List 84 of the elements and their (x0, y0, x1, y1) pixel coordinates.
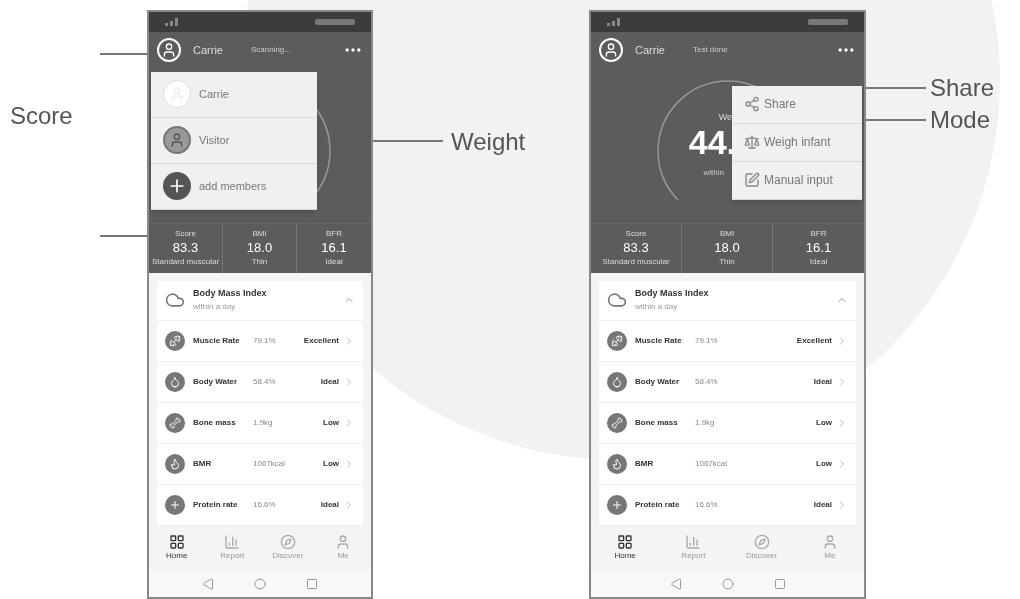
metric-row[interactable]: Muscle Rate 79.1% Excellent (157, 320, 363, 362)
metric-icon (165, 494, 185, 515)
back-icon[interactable] (202, 578, 214, 591)
card-subtitle: within a day (635, 300, 679, 313)
metric-icon (607, 453, 627, 474)
stat-label: BMI (252, 228, 267, 241)
nav-icon (617, 534, 634, 551)
metric-icon (607, 412, 627, 433)
card-subtitle: within a day (193, 300, 237, 313)
nav-icon (279, 534, 296, 551)
metric-icon (165, 412, 185, 433)
metric-icon (607, 494, 627, 515)
recents-icon[interactable] (306, 578, 318, 591)
callout-label: Weight (451, 127, 526, 157)
metric-row[interactable]: Muscle Rate 79.1% Excellent (599, 320, 856, 362)
metric-icon (165, 371, 185, 392)
scale-icon (744, 134, 760, 151)
stat-value: 83.3 (172, 240, 199, 257)
metric-row[interactable]: Bone mass 1.9kg Low (157, 402, 363, 444)
callout-label: Mode (930, 105, 991, 135)
back-icon[interactable] (669, 578, 682, 591)
stat-value: 16.1 (805, 240, 832, 257)
gauge-title: Wei (718, 111, 734, 125)
stat-label: BMI (719, 228, 735, 241)
plus-icon (163, 172, 191, 201)
stat-note: Thin (719, 256, 735, 269)
stat-note: Thin (251, 256, 268, 269)
recents-icon[interactable] (773, 578, 786, 591)
member-item[interactable]: add members (151, 163, 317, 210)
stat-value: 83.3 (623, 240, 649, 257)
nav-icon (224, 534, 241, 551)
metric-row[interactable]: Body Water 58.4% Ideal (599, 361, 856, 403)
stat-note: Ideal (325, 256, 343, 269)
card-title: Body Mass Index (635, 287, 709, 301)
user-name: Carrie (635, 42, 665, 58)
home-icon[interactable] (721, 578, 734, 591)
user-name: Carrie (193, 42, 223, 58)
card-title: Body Mass Index (193, 287, 267, 301)
stat-value: 16.1 (321, 240, 347, 257)
member-item[interactable]: Carrie (151, 71, 317, 118)
metric-icon (607, 371, 627, 392)
avatar-icon (163, 80, 191, 109)
metric-row[interactable]: BMR 1067kcal Low (157, 443, 363, 485)
nav-icon (685, 534, 702, 551)
metric-row[interactable]: BMR 1067kcal Low (599, 443, 856, 485)
nav-tab[interactable]: Home (591, 525, 660, 572)
metric-row[interactable]: Body Water 58.4% Ideal (157, 361, 363, 403)
status-text: Test done (692, 43, 728, 56)
stat-label: BFR (810, 228, 827, 241)
callout-label: Share (930, 73, 995, 103)
stat-value: 18.0 (714, 240, 740, 257)
gauge-note: within (703, 167, 724, 179)
stat-value: 18.0 (246, 240, 273, 257)
metric-row[interactable]: Bone mass 1.9kg Low (599, 402, 856, 444)
battery-icon (315, 17, 355, 26)
metric-icon (165, 453, 185, 474)
menu-item[interactable]: Manual input (732, 161, 862, 200)
nav-tab[interactable]: Home (149, 525, 205, 572)
member-item[interactable]: Visitor (151, 117, 317, 164)
nav-icon (168, 534, 185, 551)
stat-note: Standard muscular (151, 256, 220, 269)
edit-icon (744, 172, 760, 189)
leader-line (100, 53, 147, 55)
avatar-icon[interactable] (157, 37, 181, 62)
menu-item[interactable]: Share (732, 85, 862, 124)
metric-row[interactable]: Protein rate 16.6% Ideal (157, 484, 363, 526)
share-icon (744, 96, 760, 113)
callout-label: Score (10, 101, 74, 131)
stat-label: Score (175, 228, 196, 241)
status-text: Scanning... (250, 43, 291, 56)
metric-row[interactable]: Protein rate 16.6% Ideal (599, 484, 856, 526)
stat-note: Standard muscular (602, 256, 670, 269)
metric-icon (165, 330, 185, 351)
metric-icon (607, 330, 627, 351)
stat-label: BFR (326, 228, 342, 241)
nav-icon (753, 534, 770, 551)
home-icon[interactable] (254, 578, 266, 591)
avatar-icon[interactable] (599, 37, 623, 62)
stat-label: Score (625, 228, 647, 241)
stat-note: Ideal (809, 256, 828, 269)
leader-line (100, 235, 147, 237)
menu-item[interactable]: Weigh infant (732, 123, 862, 162)
battery-icon (808, 17, 848, 26)
avatar-icon (163, 126, 191, 155)
